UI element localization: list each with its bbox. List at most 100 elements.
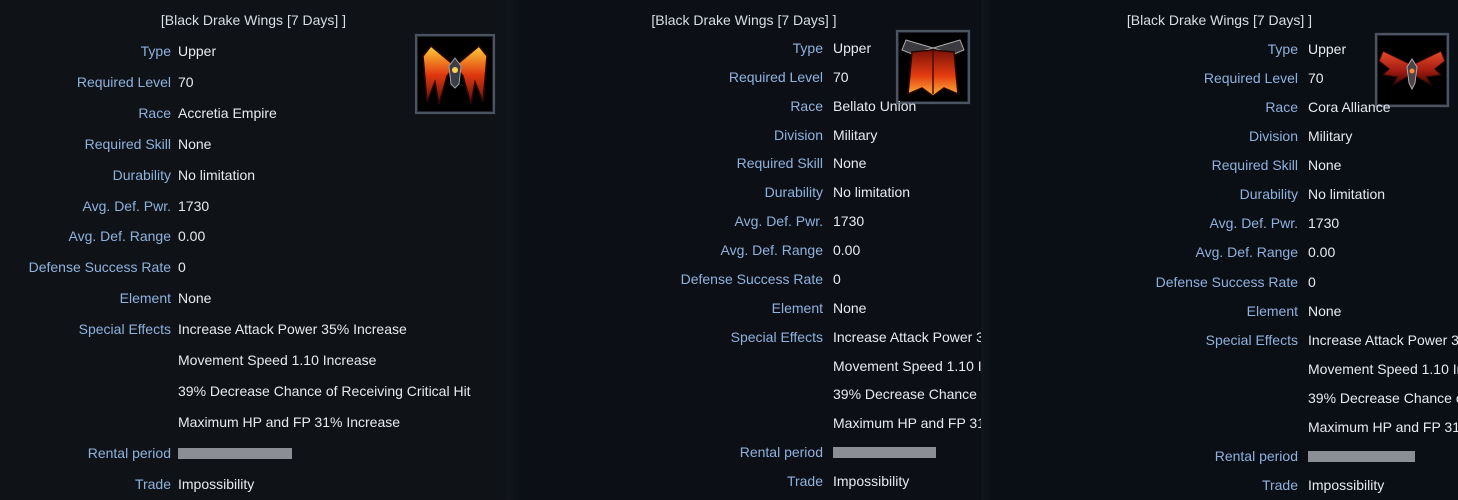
stat-row-race: Race Accretia Empire bbox=[0, 105, 507, 123]
stat-label: Rental period bbox=[1214, 447, 1298, 464]
stat-row-required-level: Required Level 70 bbox=[0, 74, 507, 92]
stat-label: Special Effects bbox=[78, 321, 171, 338]
item-title: [Black Drake Wings [7 Days] ] bbox=[160, 12, 347, 28]
stat-label: Avg. Def. Pwr. bbox=[1209, 215, 1298, 232]
stat-row-defense-success-rate: Defense Success Rate 0 bbox=[0, 259, 507, 277]
stat-value: No limitation bbox=[1308, 186, 1386, 203]
stat-value: None bbox=[178, 135, 212, 152]
stat-row-special-effects: Special Effects Increase Attack Power 35%… bbox=[507, 329, 981, 347]
stat-label: Element bbox=[1246, 302, 1298, 319]
stat-value: Movement Speed 1.10 Increase bbox=[178, 352, 377, 368]
stat-row-special-effects: Special Effects Increase Attack Power 35%… bbox=[981, 332, 1458, 350]
stat-label: Race bbox=[138, 104, 171, 121]
stat-row-required-skill: Required Skill None bbox=[981, 157, 1458, 175]
stat-value: 0.00 bbox=[833, 242, 861, 259]
stat-label: Special Effects bbox=[730, 328, 823, 345]
stat-row-type: Type Upper bbox=[981, 41, 1458, 59]
stat-value: 39% Decrease Chance of Receiving Critica… bbox=[178, 382, 471, 399]
stat-row-defense-success-rate: Defense Success Rate 0 bbox=[507, 271, 981, 289]
stat-row-rental-period: Rental period bbox=[507, 444, 981, 462]
stat-row-avg-def-pwr: Avg. Def. Pwr. 1730 bbox=[0, 198, 507, 216]
stat-row-continued: 39% Decrease Chance of Receiving Critica… bbox=[981, 390, 1458, 408]
stat-value: 0 bbox=[178, 259, 186, 276]
stat-row-continued: 39% Decrease Chance of Receiving Critica… bbox=[507, 386, 981, 404]
stat-row-rental-period: Rental period bbox=[981, 448, 1458, 466]
item-tooltip-accretia: [Black Drake Wings [7 Days] ] Type Upper R… bbox=[0, 0, 507, 500]
stat-value: None bbox=[833, 299, 867, 316]
stat-label: Defense Success Rate bbox=[28, 259, 171, 276]
stat-value: 0 bbox=[1308, 273, 1316, 290]
stat-row-race: Race Bellato Union bbox=[507, 98, 981, 116]
stat-value: No limitation bbox=[833, 184, 911, 201]
stat-row-required-skill: Required Skill None bbox=[507, 155, 981, 173]
stat-value: None bbox=[178, 290, 212, 307]
rental-period-bar bbox=[833, 447, 936, 459]
stat-row-continued: Movement Speed 1.10 Increase bbox=[0, 352, 507, 370]
stat-label: Durability bbox=[1239, 186, 1298, 203]
stat-row-required-level: Required Level 70 bbox=[981, 70, 1458, 88]
stat-row-type: Type Upper bbox=[0, 43, 507, 61]
stat-label: Defense Success Rate bbox=[1155, 273, 1298, 290]
stat-value: Impossibility bbox=[833, 473, 910, 490]
stat-label: Rental period bbox=[739, 444, 823, 461]
stat-row-avg-def-pwr: Avg. Def. Pwr. 1730 bbox=[507, 213, 981, 231]
stat-label: Element bbox=[119, 290, 171, 307]
stat-row-avg-def-range: Avg. Def. Range 0.00 bbox=[507, 242, 981, 260]
stat-value: 39% Decrease Chance of Receiving Critica… bbox=[833, 386, 981, 403]
stat-value: Increase Attack Power 35% Increase bbox=[833, 328, 981, 345]
stat-label: Race bbox=[1265, 99, 1298, 116]
stat-label: Type bbox=[1267, 41, 1298, 57]
stat-value: Accretia Empire bbox=[178, 104, 277, 121]
stat-row-durability: Durability No limitation bbox=[507, 184, 981, 202]
stat-label: Type bbox=[792, 40, 823, 56]
stat-value: Impossibility bbox=[178, 475, 255, 492]
stat-row-element: Element None bbox=[0, 290, 507, 308]
stat-row-durability: Durability No limitation bbox=[981, 186, 1458, 204]
stat-row-continued: Maximum HP and FP 31% Increase bbox=[981, 419, 1458, 437]
stat-row-trade: Trade Impossibility bbox=[0, 476, 507, 494]
stat-value: 70 bbox=[1308, 70, 1324, 87]
stat-row-avg-def-pwr: Avg. Def. Pwr. 1730 bbox=[981, 215, 1458, 233]
stat-row-required-level: Required Level 70 bbox=[507, 69, 981, 87]
rental-period-bar bbox=[178, 447, 292, 459]
stat-value: 0.00 bbox=[1308, 244, 1336, 261]
stat-row-trade: Trade Impossibility bbox=[981, 477, 1458, 495]
stat-value: Increase Attack Power 35% Increase bbox=[178, 321, 407, 338]
stat-label: Division bbox=[1248, 128, 1298, 145]
item-title: [Black Drake Wings [7 Days] ] bbox=[1126, 12, 1313, 28]
stat-row-continued: Movement Speed 1.10 Increase bbox=[981, 361, 1458, 379]
stat-label: Defense Success Rate bbox=[680, 270, 823, 287]
stat-label: Trade bbox=[1261, 477, 1298, 494]
stat-label: Special Effects bbox=[1205, 331, 1298, 348]
stat-value: 1730 bbox=[833, 213, 865, 230]
stat-label: Avg. Def. Pwr. bbox=[82, 197, 171, 214]
item-title: [Black Drake Wings [7 Days] ] bbox=[651, 12, 837, 28]
stat-value: None bbox=[1308, 302, 1342, 319]
stat-value: No limitation bbox=[178, 166, 256, 183]
stat-label: Division bbox=[773, 126, 823, 143]
stat-label: Required Skill bbox=[1211, 157, 1298, 174]
stat-value: Movement Speed 1.10 Increase bbox=[1308, 360, 1458, 377]
stat-label: Avg. Def. Pwr. bbox=[734, 213, 823, 230]
stat-value: Increase Attack Power 35% Increase bbox=[1308, 331, 1458, 348]
stat-row-avg-def-range: Avg. Def. Range 0.00 bbox=[981, 244, 1458, 262]
stat-row-defense-success-rate: Defense Success Rate 0 bbox=[981, 274, 1458, 292]
stat-value: 70 bbox=[833, 68, 849, 85]
stat-value: 39% Decrease Chance of Receiving Critica… bbox=[1308, 389, 1458, 406]
stat-row-durability: Durability No limitation bbox=[0, 167, 507, 185]
stat-value: 1730 bbox=[1308, 215, 1340, 232]
stat-label: Race bbox=[790, 97, 823, 114]
stat-row-element: Element None bbox=[981, 303, 1458, 321]
stat-label: Type bbox=[140, 43, 171, 59]
rental-period-bar bbox=[1308, 450, 1415, 462]
stat-label: Required Level bbox=[76, 73, 171, 90]
stat-row-continued: 39% Decrease Chance of Receiving Critica… bbox=[0, 383, 507, 401]
stat-label: Element bbox=[771, 299, 823, 316]
stat-label: Avg. Def. Range bbox=[720, 242, 823, 259]
stat-label: Required Skill bbox=[736, 155, 823, 172]
stat-row-avg-def-range: Avg. Def. Range 0.00 bbox=[0, 228, 507, 246]
stat-row-special-effects: Special Effects Increase Attack Power 35%… bbox=[0, 321, 507, 339]
stat-row-division: Division Military bbox=[981, 128, 1458, 146]
stat-label: Required Level bbox=[728, 68, 823, 85]
stat-row-continued: Maximum HP and FP 31% Increase bbox=[0, 414, 507, 432]
